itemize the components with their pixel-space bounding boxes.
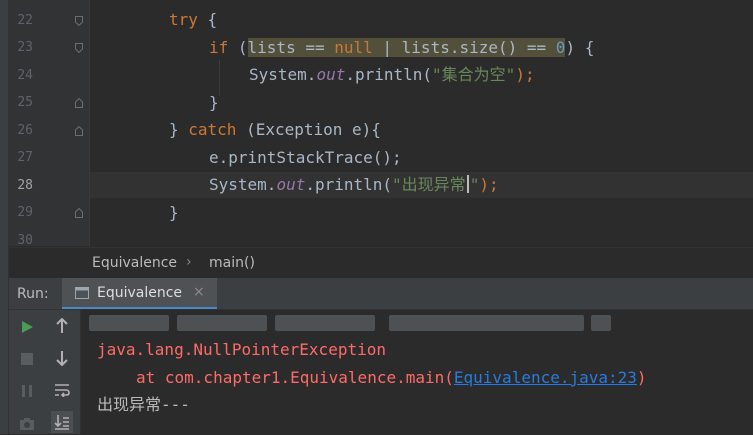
text-caret <box>466 175 469 193</box>
stack-trace-line: at com.chapter1.Equivalence.main(Equival… <box>136 368 647 387</box>
console-output[interactable]: java.lang.NullPointerException at com.ch… <box>81 310 753 434</box>
breadcrumb: Equivalence › main() <box>9 247 753 278</box>
left-tool-strip <box>0 0 9 434</box>
console-icon <box>75 287 89 299</box>
redacted-command-line <box>177 315 267 331</box>
fold-open-icon[interactable] <box>75 43 83 53</box>
line-number: 25 <box>17 95 33 110</box>
scroll-down-icon[interactable] <box>51 347 73 369</box>
fold-close-icon[interactable] <box>75 208 83 218</box>
breadcrumb-separator: › <box>186 254 192 270</box>
code-line-23: if (lists == null | lists.size() == 0) { <box>209 38 595 57</box>
redacted-command-line <box>389 315 584 331</box>
editor-gutter: 22 23 24 25 26 27 28 29 30 <box>9 0 90 246</box>
fold-close-icon[interactable] <box>75 98 83 108</box>
run-tab-label: Equivalence <box>97 285 183 301</box>
fold-close-icon[interactable] <box>75 126 83 136</box>
redacted-command-line <box>275 315 375 331</box>
run-label: Run: <box>17 286 49 302</box>
line-number: 22 <box>17 13 33 28</box>
redacted-command-line <box>89 315 169 331</box>
code-line-27: e.printStackTrace(); <box>209 148 402 167</box>
breadcrumb-class[interactable]: Equivalence <box>92 255 177 271</box>
camera-icon[interactable] <box>16 413 38 435</box>
scroll-up-icon[interactable] <box>51 315 73 337</box>
stack-trace-link[interactable]: Equivalence.java:23 <box>454 368 637 387</box>
stop-icon[interactable] <box>16 348 38 370</box>
code-line-22: try { <box>169 10 218 29</box>
redacted-command-line <box>591 315 611 331</box>
highlighted-expression: lists == null | lists.size() == 0 <box>247 38 566 57</box>
run-tool-window-header: Run: Equivalence × <box>9 278 753 310</box>
indent-guide <box>219 60 220 96</box>
line-number: 29 <box>17 205 33 220</box>
line-number: 30 <box>17 233 33 246</box>
scroll-to-end-icon[interactable] <box>51 411 73 433</box>
fold-open-icon[interactable] <box>75 16 83 26</box>
breadcrumb-method[interactable]: main() <box>209 255 255 271</box>
run-tab-equivalence[interactable]: Equivalence × <box>62 278 217 309</box>
code-line-26: } catch (Exception e){ <box>169 120 381 139</box>
line-number: 27 <box>17 150 33 165</box>
rerun-icon[interactable] <box>16 316 38 338</box>
code-line-25: } <box>209 93 219 112</box>
line-number: 23 <box>17 40 33 55</box>
code-line-28: System.out.println("出现异常 "); <box>209 175 499 194</box>
soft-wrap-icon[interactable] <box>51 379 73 401</box>
line-number: 26 <box>17 123 33 138</box>
run-toolbar <box>9 310 81 434</box>
exception-line: java.lang.NullPointerException <box>97 340 386 359</box>
code-line-24: System.out.println("集合为空"); <box>249 65 535 84</box>
close-icon[interactable]: × <box>193 284 205 300</box>
program-output-line: 出现异常--- <box>97 395 190 414</box>
code-editor[interactable]: 22 23 24 25 26 27 28 29 30 try { if (lis… <box>9 0 753 246</box>
line-number: 24 <box>17 68 33 83</box>
pause-icon[interactable] <box>16 380 38 402</box>
line-number-current: 28 <box>17 178 33 193</box>
code-line-29: } <box>169 203 179 222</box>
